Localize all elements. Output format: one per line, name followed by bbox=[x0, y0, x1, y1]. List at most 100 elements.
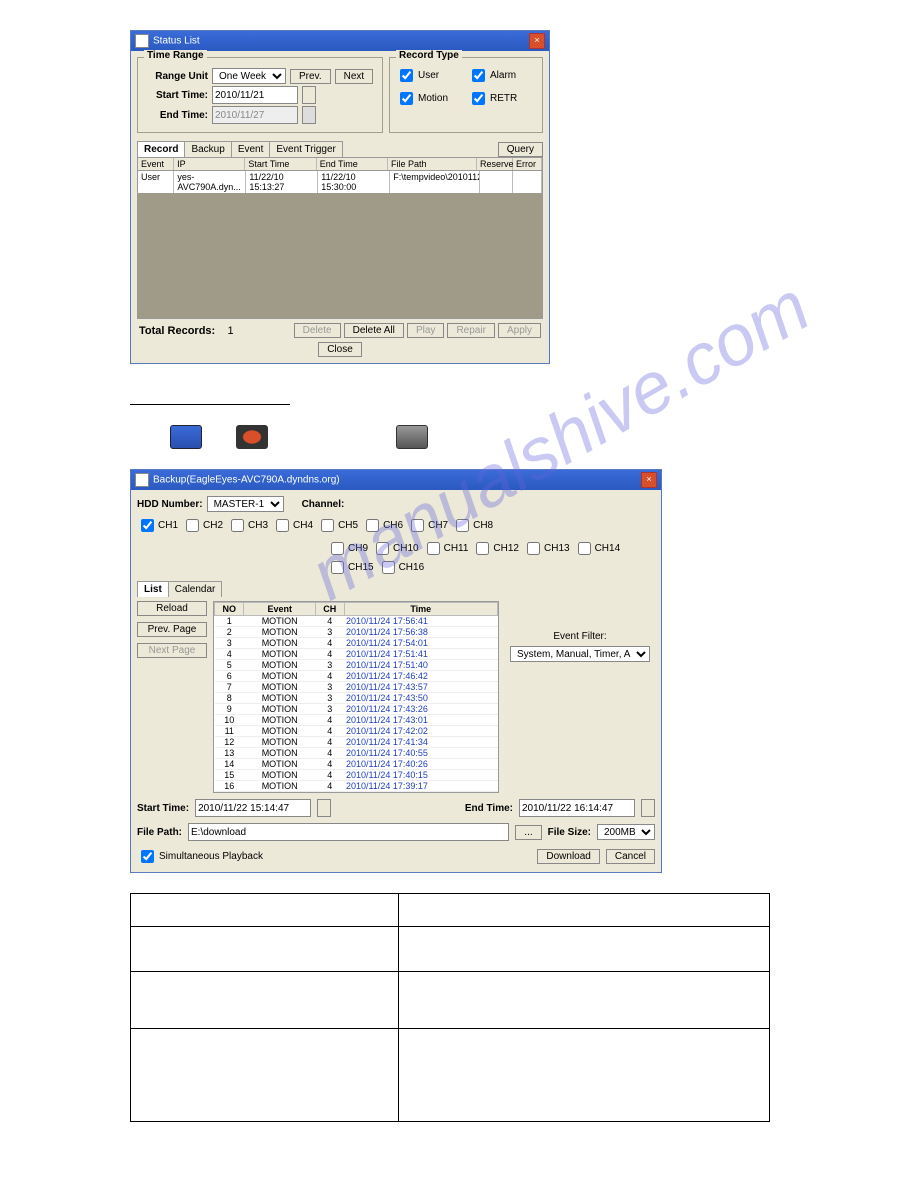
motion-checkbox[interactable]: Motion bbox=[396, 89, 464, 108]
file-size-select[interactable]: 200MB bbox=[597, 824, 655, 840]
retr-checkbox[interactable]: RETR bbox=[468, 89, 536, 108]
channel-checkbox-ch7[interactable]: CH7 bbox=[407, 516, 448, 535]
desc-cell bbox=[131, 972, 399, 1029]
col-no: NO bbox=[215, 603, 244, 616]
file-path-input[interactable] bbox=[188, 823, 509, 841]
channel-checkbox-ch10[interactable]: CH10 bbox=[372, 539, 419, 558]
channel-checkbox-ch5[interactable]: CH5 bbox=[317, 516, 358, 535]
close-icon[interactable]: × bbox=[529, 33, 545, 49]
col-event: Event bbox=[138, 158, 174, 170]
browse-button[interactable]: ... bbox=[515, 825, 541, 840]
hdd-label: HDD Number: bbox=[137, 499, 203, 510]
channel-checkbox-ch16[interactable]: CH16 bbox=[378, 558, 425, 577]
desc-description-header bbox=[399, 894, 770, 927]
col-start: Start Time bbox=[245, 158, 316, 170]
start-time-input[interactable] bbox=[195, 799, 311, 817]
col-ch: CH bbox=[315, 603, 344, 616]
channel-checkbox-ch15[interactable]: CH15 bbox=[327, 558, 374, 577]
range-unit-select[interactable]: One Week bbox=[212, 68, 286, 84]
desc-cell bbox=[399, 927, 770, 972]
channel-checkbox-ch9[interactable]: CH9 bbox=[327, 539, 368, 558]
tab-event-trigger[interactable]: Event Trigger bbox=[269, 141, 342, 157]
event-filter-select[interactable]: System, Manual, Timer, Alarm... bbox=[510, 646, 650, 662]
tab-event[interactable]: Event bbox=[231, 141, 271, 157]
spinner-icon[interactable] bbox=[641, 799, 655, 817]
list-item[interactable]: 14MOTION42010/11/24 17:40:26 bbox=[215, 759, 498, 770]
channel-checkbox-ch3[interactable]: CH3 bbox=[227, 516, 268, 535]
channel-checkbox-ch4[interactable]: CH4 bbox=[272, 516, 313, 535]
window-title: Backup(EagleEyes-AVC790A.dyndns.org) bbox=[153, 475, 340, 486]
alarm-checkbox[interactable]: Alarm bbox=[468, 66, 536, 85]
col-error: Error bbox=[513, 158, 542, 170]
table-row[interactable]: User yes-AVC790A.dyn... 11/22/10 15:13:2… bbox=[138, 171, 542, 193]
col-end: End Time bbox=[317, 158, 388, 170]
record-type-title: Record Type bbox=[396, 50, 462, 61]
channel-label: Channel: bbox=[302, 499, 345, 510]
list-item[interactable]: 4MOTION42010/11/24 17:51:41 bbox=[215, 649, 498, 660]
window-title: Status List bbox=[153, 36, 200, 47]
simul-playback-checkbox[interactable]: Simultaneous Playback bbox=[137, 847, 263, 866]
channel-checkbox-ch6[interactable]: CH6 bbox=[362, 516, 403, 535]
tab-calendar[interactable]: Calendar bbox=[168, 581, 223, 597]
hdd-select[interactable]: MASTER-1 bbox=[207, 496, 284, 512]
spinner-icon[interactable] bbox=[317, 799, 331, 817]
cancel-button[interactable]: Cancel bbox=[606, 849, 655, 864]
list-item[interactable]: 8MOTION32010/11/24 17:43:50 bbox=[215, 693, 498, 704]
list-item[interactable]: 6MOTION42010/11/24 17:46:42 bbox=[215, 671, 498, 682]
tab-record[interactable]: Record bbox=[137, 141, 185, 157]
list-item[interactable]: 13MOTION42010/11/24 17:40:55 bbox=[215, 748, 498, 759]
list-item[interactable]: 2MOTION32010/11/24 17:56:38 bbox=[215, 627, 498, 638]
list-item[interactable]: 1MOTION42010/11/24 17:56:41 bbox=[215, 616, 498, 627]
spinner-icon[interactable] bbox=[302, 86, 316, 104]
list-item[interactable]: 17MOTION42010/11/24 17:38:22 bbox=[215, 792, 498, 794]
list-item[interactable]: 3MOTION42010/11/24 17:54:01 bbox=[215, 638, 498, 649]
tab-backup[interactable]: Backup bbox=[184, 141, 231, 157]
titlebar: Backup(EagleEyes-AVC790A.dyndns.org) × bbox=[131, 470, 661, 490]
reload-button[interactable]: Reload bbox=[137, 601, 207, 616]
event-list[interactable]: NO Event CH Time 1MOTION42010/11/24 17:5… bbox=[213, 601, 499, 793]
delete-all-button[interactable]: Delete All bbox=[344, 323, 404, 338]
record-icon bbox=[396, 425, 428, 449]
list-item[interactable]: 5MOTION32010/11/24 17:51:40 bbox=[215, 660, 498, 671]
user-checkbox[interactable]: User bbox=[396, 66, 464, 85]
list-item[interactable]: 11MOTION42010/11/24 17:42:02 bbox=[215, 726, 498, 737]
tab-list[interactable]: List bbox=[137, 581, 169, 597]
list-item[interactable]: 10MOTION42010/11/24 17:43:01 bbox=[215, 715, 498, 726]
next-button[interactable]: Next bbox=[335, 69, 374, 84]
query-button[interactable]: Query bbox=[498, 142, 543, 157]
repair-button: Repair bbox=[447, 323, 494, 338]
prev-page-button[interactable]: Prev. Page bbox=[137, 622, 207, 637]
channel-checkbox-ch1[interactable]: CH1 bbox=[137, 516, 178, 535]
end-time-input[interactable] bbox=[519, 799, 635, 817]
titlebar: Status List × bbox=[131, 31, 549, 51]
prev-button[interactable]: Prev. bbox=[290, 69, 331, 84]
start-time-input[interactable] bbox=[212, 86, 298, 104]
col-reserve: Reserve bbox=[477, 158, 513, 170]
list-item[interactable]: 7MOTION32010/11/24 17:43:57 bbox=[215, 682, 498, 693]
apply-button: Apply bbox=[498, 323, 541, 338]
channel-checkbox-ch14[interactable]: CH14 bbox=[574, 539, 621, 558]
desc-function-header bbox=[131, 894, 399, 927]
desc-cell bbox=[399, 1029, 770, 1122]
channel-checkbox-ch11[interactable]: CH11 bbox=[423, 539, 469, 558]
channel-checkbox-ch12[interactable]: CH12 bbox=[472, 539, 519, 558]
app-icon bbox=[135, 34, 149, 48]
list-item[interactable]: 9MOTION32010/11/24 17:43:26 bbox=[215, 704, 498, 715]
file-size-label: File Size: bbox=[548, 827, 591, 838]
col-event: Event bbox=[244, 603, 315, 616]
description-table bbox=[130, 893, 770, 1122]
channel-checkbox-ch8[interactable]: CH8 bbox=[452, 516, 493, 535]
list-item[interactable]: 12MOTION42010/11/24 17:41:34 bbox=[215, 737, 498, 748]
event-filter-label: Event Filter: bbox=[505, 631, 655, 642]
end-time-label: End Time: bbox=[144, 110, 208, 121]
close-icon[interactable]: × bbox=[641, 472, 657, 488]
disk-icon bbox=[236, 425, 268, 449]
channel-checkbox-ch2[interactable]: CH2 bbox=[182, 516, 223, 535]
list-item[interactable]: 15MOTION42010/11/24 17:40:15 bbox=[215, 770, 498, 781]
close-button[interactable]: Close bbox=[318, 342, 362, 357]
next-page-button: Next Page bbox=[137, 643, 207, 658]
list-item[interactable]: 16MOTION42010/11/24 17:39:17 bbox=[215, 781, 498, 792]
channel-checkbox-ch13[interactable]: CH13 bbox=[523, 539, 570, 558]
delete-button: Delete bbox=[294, 323, 341, 338]
download-button[interactable]: Download bbox=[537, 849, 599, 864]
